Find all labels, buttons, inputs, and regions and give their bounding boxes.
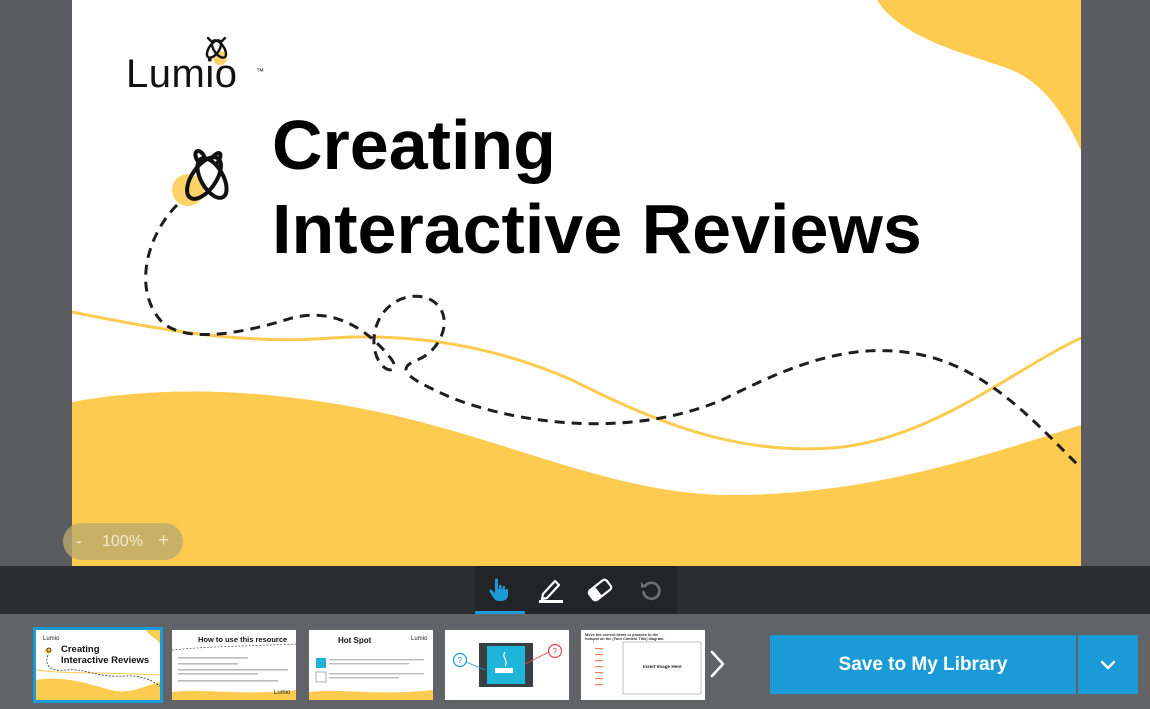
save-action-group: Save to My Library bbox=[770, 635, 1138, 694]
zoom-in-button[interactable]: + bbox=[158, 530, 169, 552]
svg-text:?: ? bbox=[458, 656, 463, 665]
thumbnail-brand: Lumio bbox=[43, 636, 60, 642]
slide-canvas: Lumio ™ Creating Interactive Reviews bbox=[72, 0, 1081, 566]
pointer-hand-icon bbox=[489, 578, 508, 601]
slide-title-line-2: Interactive Reviews bbox=[272, 190, 922, 268]
save-options-dropdown[interactable] bbox=[1078, 635, 1138, 694]
slide-thumbnail-3[interactable]: Hot Spot Lumio bbox=[309, 630, 433, 700]
slide-viewer: Lumio ™ Creating Interactive Reviews - 1… bbox=[0, 0, 1150, 566]
chevron-right-icon bbox=[710, 650, 725, 678]
thumbnail-brand: Lumio bbox=[274, 690, 291, 696]
hotspot-diagram-icon: ? ? bbox=[452, 643, 563, 687]
chevron-down-icon bbox=[1100, 660, 1116, 669]
eraser-tool-button[interactable] bbox=[576, 566, 624, 614]
undo-tool-button[interactable] bbox=[627, 566, 675, 614]
thumbnail-title-line-1: Creating bbox=[61, 644, 100, 655]
pen-icon bbox=[539, 579, 563, 603]
zoom-level: 100% bbox=[102, 533, 143, 550]
logo-wordmark: Lumio bbox=[126, 52, 238, 96]
thumbnail-brand: Lumio bbox=[411, 636, 428, 642]
slide-thumbnail-5[interactable]: Move the correct items or phrases to the… bbox=[581, 630, 705, 700]
zoom-out-button[interactable]: - bbox=[76, 531, 82, 552]
slide-title: Creating Interactive Reviews bbox=[272, 103, 1052, 271]
pen-tool-button[interactable] bbox=[527, 566, 575, 614]
eraser-icon bbox=[587, 578, 613, 602]
tool-group bbox=[475, 566, 677, 614]
lumio-logo: Lumio ™ bbox=[126, 36, 276, 98]
undo-icon bbox=[641, 581, 661, 601]
svg-text:?: ? bbox=[553, 647, 558, 656]
slide-title-line-1: Creating bbox=[272, 106, 556, 184]
annotation-toolbar bbox=[0, 566, 1150, 614]
pointer-tool-button[interactable] bbox=[475, 566, 525, 614]
logo-trademark: ™ bbox=[256, 67, 264, 76]
thumbnail-title: How to use this resource bbox=[198, 635, 288, 644]
next-thumbnails-button[interactable] bbox=[703, 644, 731, 684]
zoom-control: - 100% + bbox=[63, 523, 183, 560]
thumbnail-image-placeholder: Insert Image Here bbox=[643, 664, 682, 669]
slide-thumbnail-4[interactable]: ? ? bbox=[445, 630, 569, 700]
save-to-library-button[interactable]: Save to My Library bbox=[770, 635, 1076, 694]
slide-filmstrip: Lumio Creating Interactive Reviews How t… bbox=[0, 614, 1150, 709]
thumbnail-title: Hot Spot bbox=[338, 636, 372, 645]
thumbnail-title-line-2: Interactive Reviews bbox=[61, 655, 150, 666]
slide-thumbnail-2[interactable]: How to use this resource Lumio bbox=[172, 630, 296, 700]
slide-thumbnail-1[interactable]: Lumio Creating Interactive Reviews bbox=[33, 627, 163, 703]
